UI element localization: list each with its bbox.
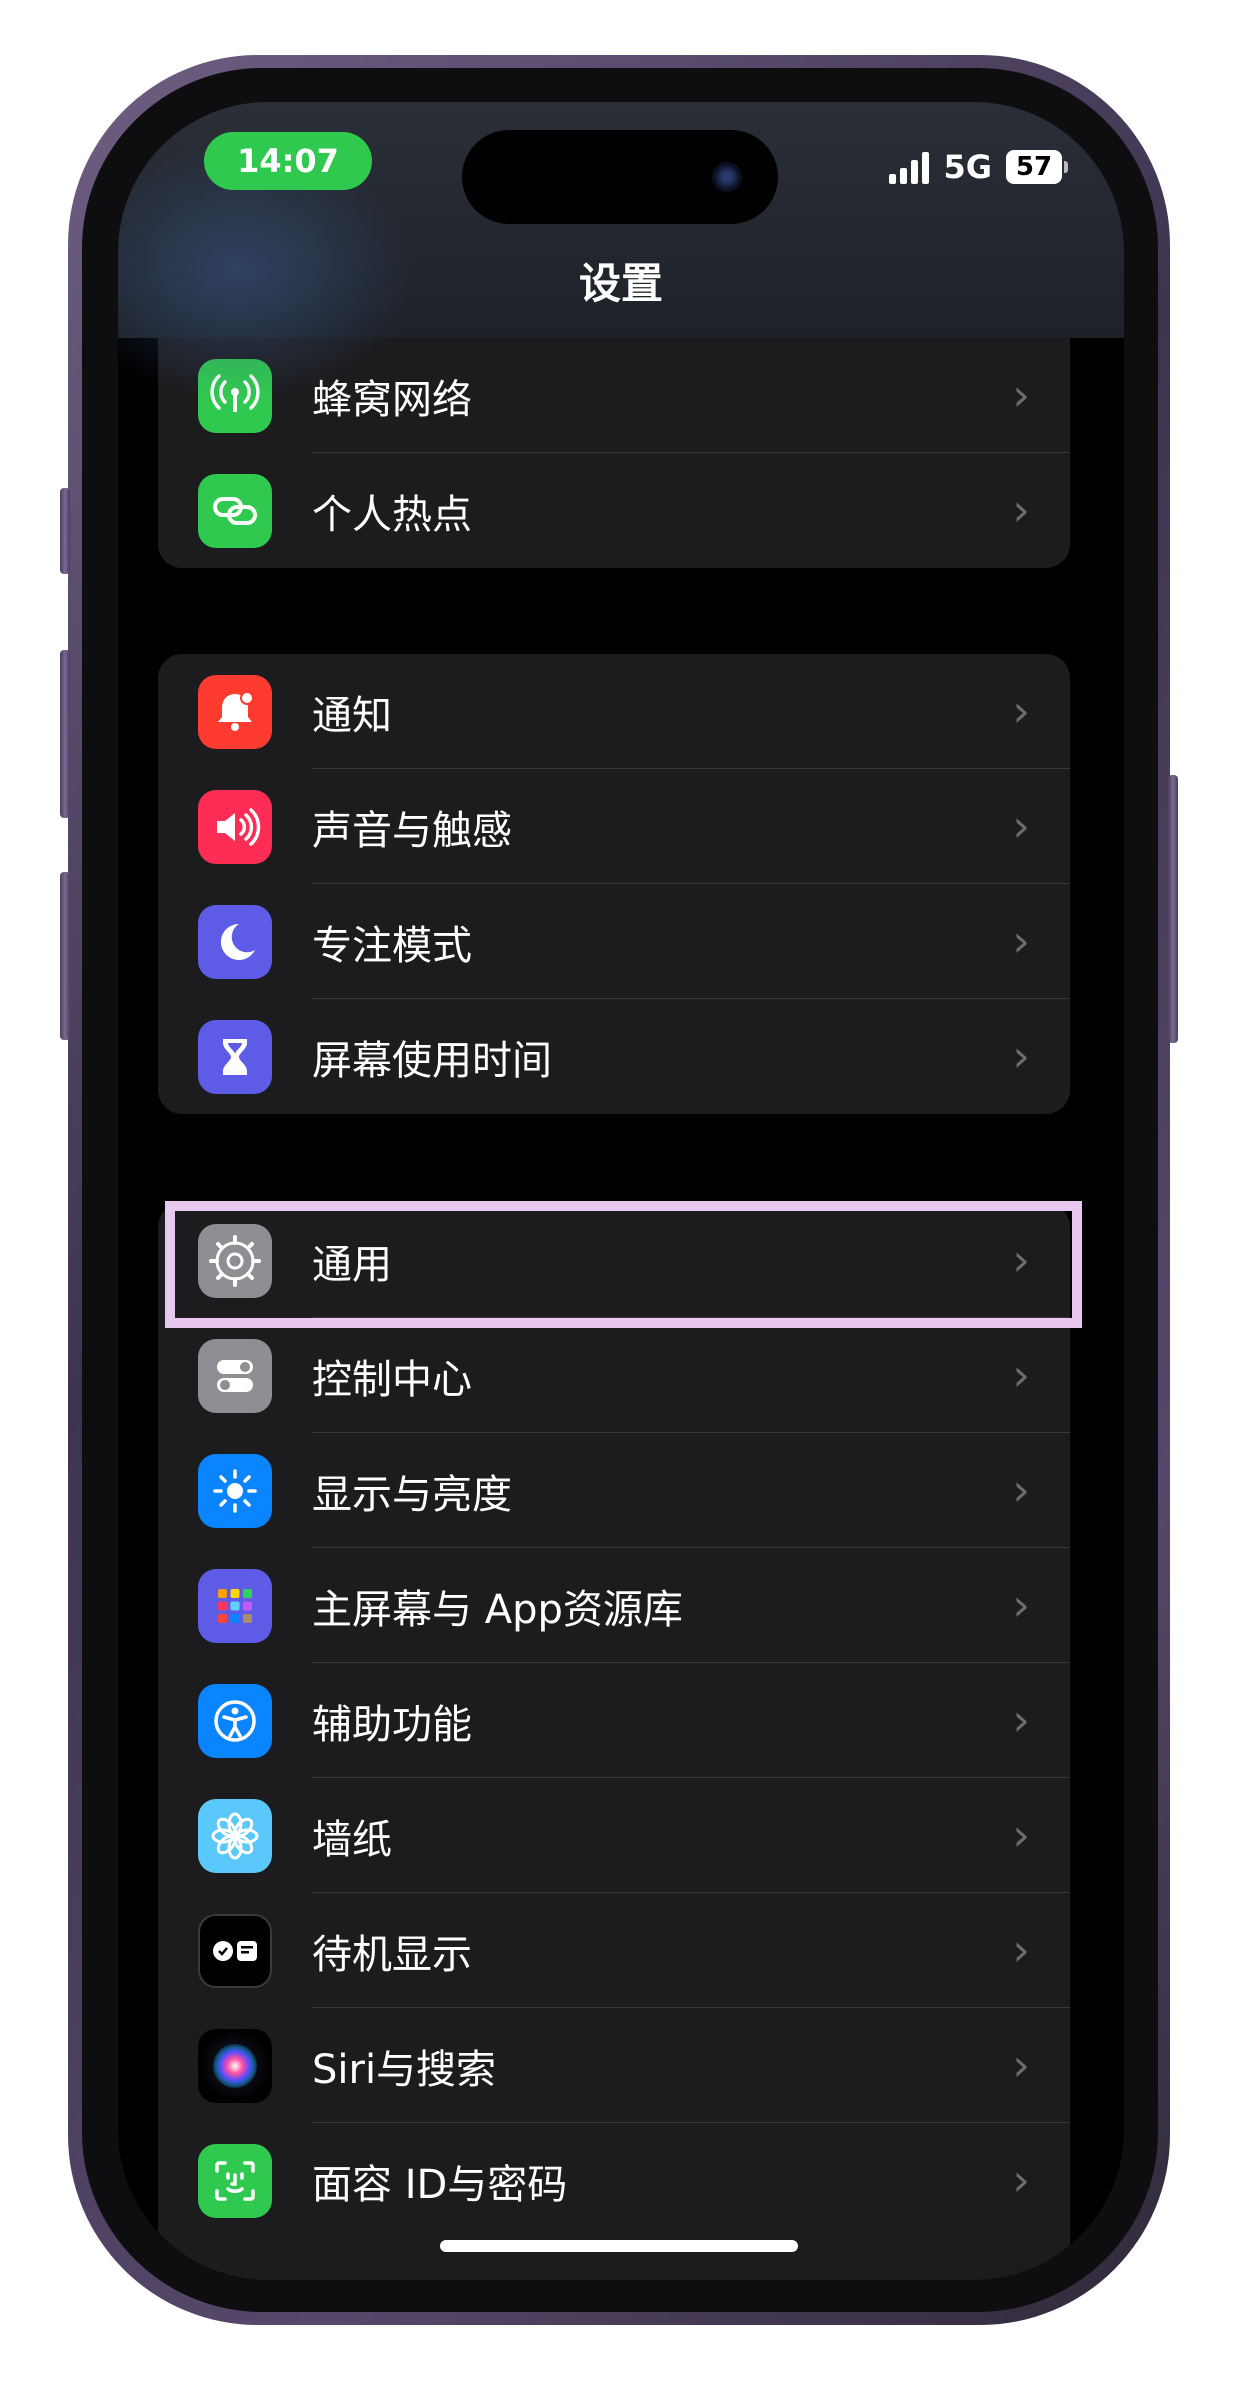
settings-row-label: Siri与搜索 bbox=[312, 2046, 497, 2093]
standby-icon bbox=[198, 1913, 272, 1988]
chevron-right-icon: › bbox=[1012, 1809, 1030, 1861]
battery-level: 57 bbox=[1006, 150, 1062, 184]
chevron-right-icon: › bbox=[1012, 1464, 1030, 1516]
settings-row-label: 声音与触感 bbox=[312, 807, 512, 854]
chevron-right-icon: › bbox=[1012, 685, 1030, 737]
settings-row-control-center[interactable]: 控制中心 › bbox=[158, 1318, 1070, 1433]
speaker-icon bbox=[198, 789, 272, 864]
settings-row-label: 主屏幕与 App资源库 bbox=[312, 1586, 683, 1633]
screen: 14:07 5G 57 设置 蜂窝网络 › 个人热 bbox=[118, 102, 1124, 2280]
settings-row-label: 通知 bbox=[312, 692, 392, 739]
app-grid-icon bbox=[198, 1568, 272, 1643]
side-button bbox=[1168, 775, 1178, 1043]
chevron-right-icon: › bbox=[1012, 2039, 1030, 2091]
settings-group-notifications: 通知 › 声音与触感 › 专注模式 › 屏幕使用时间 › bbox=[158, 654, 1070, 1114]
action-button bbox=[60, 488, 70, 574]
chevron-right-icon: › bbox=[1012, 1694, 1030, 1746]
chevron-right-icon: › bbox=[1012, 1924, 1030, 1976]
settings-row-label: 个人热点 bbox=[312, 491, 472, 538]
settings-row-label: 待机显示 bbox=[312, 1931, 472, 1978]
hourglass-icon bbox=[198, 1019, 272, 1094]
settings-row-display[interactable]: 显示与亮度 › bbox=[158, 1433, 1070, 1548]
chevron-right-icon: › bbox=[1012, 800, 1030, 852]
settings-row-label: 显示与亮度 bbox=[312, 1471, 512, 1518]
settings-row-sounds[interactable]: 声音与触感 › bbox=[158, 769, 1070, 884]
accessibility-icon bbox=[198, 1683, 272, 1758]
chevron-right-icon: › bbox=[1012, 915, 1030, 967]
settings-row-notifications[interactable]: 通知 › bbox=[158, 654, 1070, 769]
volume-down-button bbox=[60, 872, 70, 1040]
settings-row-face-id[interactable]: 面容 ID与密码 › bbox=[158, 2123, 1070, 2238]
settings-row-siri[interactable]: Siri与搜索 › bbox=[158, 2008, 1070, 2123]
status-time[interactable]: 14:07 bbox=[204, 132, 372, 190]
chevron-right-icon: › bbox=[1012, 369, 1030, 421]
link-icon bbox=[198, 473, 272, 548]
settings-row-standby[interactable]: 待机显示 › bbox=[158, 1893, 1070, 2008]
status-icons: 5G 57 bbox=[889, 148, 1068, 186]
settings-group-general: 通用 › 控制中心 › 显示与亮度 › 主屏幕与 App资源库 › 辅助功能 ›… bbox=[158, 1203, 1070, 2280]
chevron-right-icon: › bbox=[1012, 484, 1030, 536]
flower-icon bbox=[198, 1798, 272, 1873]
settings-row-home-screen[interactable]: 主屏幕与 App资源库 › bbox=[158, 1548, 1070, 1663]
faceid-icon bbox=[198, 2143, 272, 2218]
chevron-right-icon: › bbox=[1012, 1579, 1030, 1631]
moon-icon bbox=[198, 904, 272, 979]
chevron-right-icon: › bbox=[1012, 1030, 1030, 1082]
battery-icon: 57 bbox=[1006, 150, 1068, 184]
cellular-signal-icon bbox=[889, 150, 930, 184]
settings-row-hotspot[interactable]: 个人热点 › bbox=[158, 453, 1070, 568]
toggles-icon bbox=[198, 1338, 272, 1413]
dynamic-island bbox=[462, 130, 778, 224]
settings-row-accessibility[interactable]: 辅助功能 › bbox=[158, 1663, 1070, 1778]
camera-icon bbox=[712, 162, 742, 192]
settings-row-screen-time[interactable]: 屏幕使用时间 › bbox=[158, 999, 1070, 1114]
chevron-right-icon: › bbox=[1012, 1349, 1030, 1401]
siri-icon bbox=[198, 2028, 272, 2103]
settings-row-label: 面容 ID与密码 bbox=[312, 2161, 568, 2208]
sun-icon bbox=[198, 1453, 272, 1528]
nav-bar: 14:07 5G 57 设置 bbox=[118, 102, 1124, 402]
network-type: 5G bbox=[943, 148, 992, 186]
settings-row-label: 屏幕使用时间 bbox=[312, 1037, 552, 1084]
settings-row-focus[interactable]: 专注模式 › bbox=[158, 884, 1070, 999]
chevron-right-icon: › bbox=[1012, 2154, 1030, 2206]
settings-row-label: 控制中心 bbox=[312, 1356, 472, 1403]
volume-up-button bbox=[60, 650, 70, 818]
settings-row-label: 辅助功能 bbox=[312, 1701, 472, 1748]
home-indicator[interactable] bbox=[440, 2240, 798, 2252]
highlight-box bbox=[165, 1201, 1082, 1328]
settings-row-label: 专注模式 bbox=[312, 922, 472, 969]
settings-row-label: 墙纸 bbox=[312, 1816, 392, 1863]
page-title: 设置 bbox=[578, 259, 663, 308]
settings-row-wallpaper[interactable]: 墙纸 › bbox=[158, 1778, 1070, 1893]
bell-icon bbox=[198, 674, 272, 749]
